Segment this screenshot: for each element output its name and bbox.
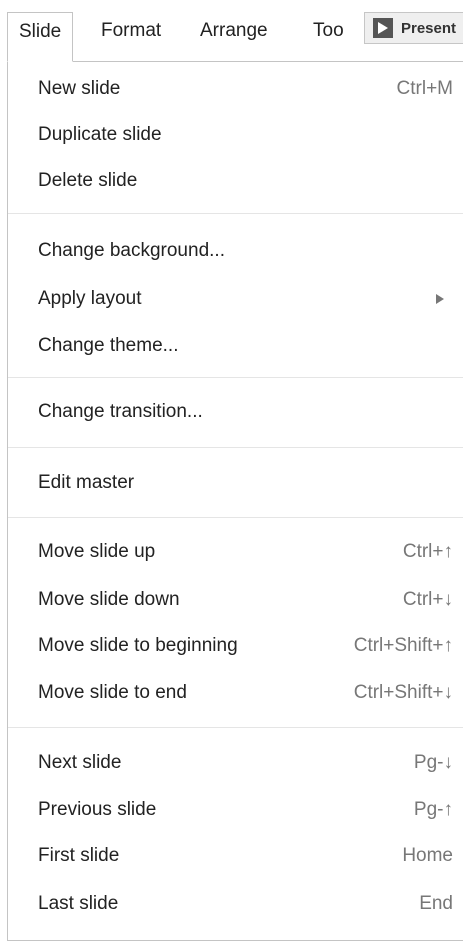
menu-item-label: First slide (38, 845, 120, 866)
menu-item-label: Move slide to end (38, 682, 187, 703)
menu-item-move-slide-to-beginning[interactable]: Move slide to beginning Ctrl+Shift+↑ (8, 623, 456, 669)
menu-item-label: Duplicate slide (38, 124, 162, 145)
menu-item-shortcut: Ctrl+M (396, 78, 453, 99)
menu-item-change-transition[interactable]: Change transition... (8, 389, 456, 435)
menu-item-shortcut: End (419, 893, 453, 914)
menu-item-apply-layout[interactable]: Apply layout (8, 276, 456, 322)
present-label: Present (401, 19, 457, 37)
menu-item-label: Apply layout (38, 288, 142, 309)
menu-item-edit-master[interactable]: Edit master (8, 460, 456, 506)
menu-format[interactable]: Format (101, 14, 161, 62)
slide-menu-dropdown: New slide Ctrl+M Duplicate slide Delete … (7, 61, 463, 941)
menu-slide[interactable]: Slide (7, 12, 74, 62)
menu-item-next-slide[interactable]: Next slide Pg-↓ (8, 740, 456, 786)
menu-item-label: Move slide to beginning (38, 635, 238, 656)
separator (8, 377, 463, 378)
menu-item-previous-slide[interactable]: Previous slide Pg-↑ (8, 787, 456, 833)
separator (8, 447, 463, 448)
menu-item-move-slide-up[interactable]: Move slide up Ctrl+↑ (8, 529, 456, 575)
present-button[interactable]: Present (364, 12, 463, 44)
menu-item-delete-slide[interactable]: Delete slide (8, 158, 456, 204)
menu-tools[interactable]: Too (313, 14, 344, 62)
menu-item-label: Last slide (38, 893, 119, 914)
menu-item-label: Move slide up (38, 541, 156, 562)
submenu-arrow-icon (436, 294, 444, 304)
menu-item-change-background[interactable]: Change background... (8, 228, 456, 274)
separator (8, 727, 463, 728)
menu-item-label: Previous slide (38, 799, 157, 820)
menu-item-last-slide[interactable]: Last slide End (8, 881, 456, 927)
menu-item-label: Delete slide (38, 170, 138, 191)
menu-item-label: Move slide down (38, 589, 180, 610)
menu-item-label: Change transition... (38, 401, 203, 422)
menu-item-shortcut: Home (402, 845, 453, 866)
separator (8, 213, 463, 214)
menu-item-shortcut: Ctrl+Shift+↓ (353, 682, 453, 703)
menu-item-move-slide-to-end[interactable]: Move slide to end Ctrl+Shift+↓ (8, 670, 456, 716)
menu-item-label: Change theme... (38, 335, 179, 356)
menu-item-shortcut: Pg-↑ (413, 799, 453, 820)
menu-item-new-slide[interactable]: New slide Ctrl+M (8, 66, 456, 112)
menu-item-label: New slide (38, 78, 121, 99)
menu-item-change-theme[interactable]: Change theme... (8, 323, 456, 369)
menu-arrange[interactable]: Arrange (200, 14, 268, 62)
menu-bar: Slide Format Arrange Too Present (0, 0, 463, 62)
menu-item-duplicate-slide[interactable]: Duplicate slide (8, 112, 456, 158)
menu-item-move-slide-down[interactable]: Move slide down Ctrl+↓ (8, 577, 456, 623)
menu-item-label: Change background... (38, 240, 225, 261)
menu-item-shortcut: Ctrl+Shift+↑ (353, 635, 453, 656)
menu-item-shortcut: Ctrl+↓ (402, 589, 453, 610)
menu-item-shortcut: Pg-↓ (413, 752, 453, 773)
menu-item-shortcut: Ctrl+↑ (402, 541, 453, 562)
menu-item-first-slide[interactable]: First slide Home (8, 833, 456, 879)
menu-item-label: Next slide (38, 752, 122, 773)
menu-item-label: Edit master (38, 472, 135, 493)
play-icon (373, 18, 393, 38)
separator (8, 517, 463, 518)
